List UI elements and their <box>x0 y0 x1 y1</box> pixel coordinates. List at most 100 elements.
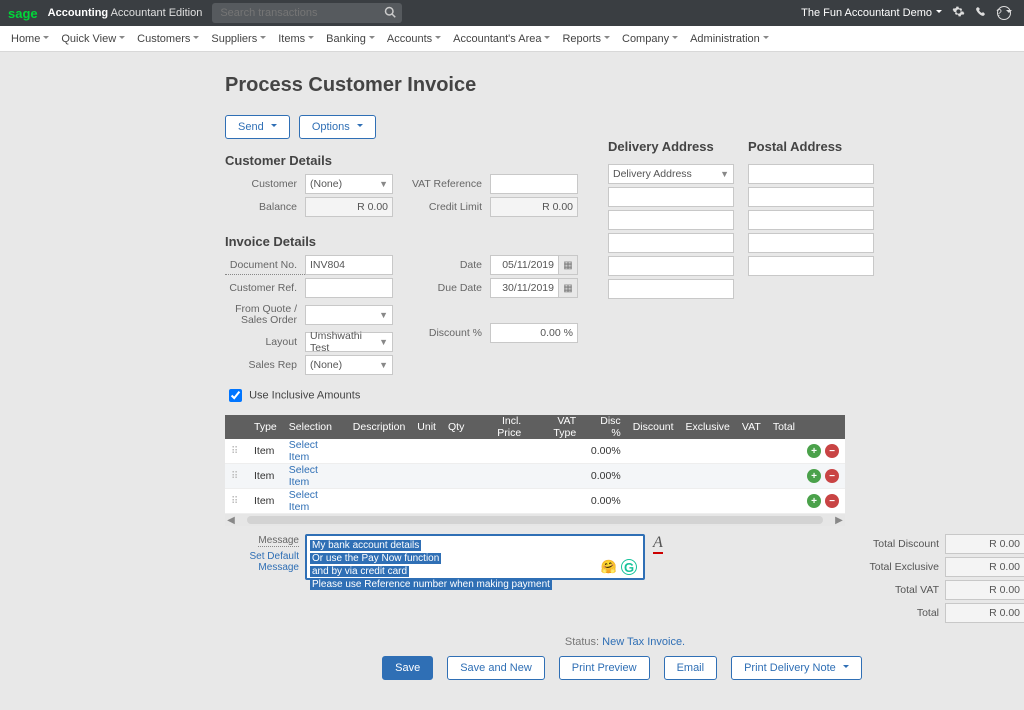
add-row-icon[interactable]: + <box>807 469 821 483</box>
brand-logo: sage <box>8 6 38 21</box>
postal-line1[interactable] <box>748 164 874 184</box>
col-type: Type <box>248 415 283 439</box>
label-custref: Customer Ref. <box>225 279 305 297</box>
cell-selection[interactable]: Select Item <box>283 464 347 489</box>
status-link[interactable]: New Tax Invoice. <box>602 636 685 648</box>
label-credit: Credit Limit <box>410 198 490 216</box>
drag-handle-icon[interactable]: ⠿ <box>231 446 239 457</box>
menu-accounts[interactable]: Accounts <box>381 33 447 45</box>
print-preview-button[interactable]: Print Preview <box>559 656 650 680</box>
col-exclusive: Exclusive <box>680 415 736 439</box>
remove-row-icon[interactable]: − <box>825 469 839 483</box>
menu-quickview[interactable]: Quick View <box>55 33 131 45</box>
discount-field[interactable] <box>490 323 578 343</box>
menu-banking[interactable]: Banking <box>320 33 381 45</box>
print-delivery-note-button[interactable]: Print Delivery Note <box>731 656 862 680</box>
quote-select[interactable]: ▼ <box>305 305 393 325</box>
postal-address-title: Postal Address <box>748 139 878 154</box>
total-field <box>945 603 1024 623</box>
menu-items[interactable]: Items <box>272 33 320 45</box>
add-row-icon[interactable]: + <box>807 494 821 508</box>
save-and-new-button[interactable]: Save and New <box>447 656 545 680</box>
custref-field[interactable] <box>305 278 393 298</box>
label-vatref: VAT Reference <box>410 175 490 193</box>
menu-company[interactable]: Company <box>616 33 684 45</box>
delivery-line4[interactable] <box>608 256 734 276</box>
cell-type[interactable]: Item <box>248 489 283 514</box>
menu-reports[interactable]: Reports <box>556 33 616 45</box>
customer-select[interactable]: (None)▼ <box>305 174 393 194</box>
options-button[interactable]: Options <box>299 115 376 139</box>
label-total: Total <box>849 607 939 619</box>
message-textarea[interactable]: My bank account details Or use the Pay N… <box>305 534 645 580</box>
page-title: Process Customer Invoice <box>225 74 1024 97</box>
postal-line3[interactable] <box>748 210 874 230</box>
email-button[interactable]: Email <box>664 656 718 680</box>
total-vat-field <box>945 580 1024 600</box>
menu-accountants-area[interactable]: Accountant's Area <box>447 33 556 45</box>
col-unit: Unit <box>411 415 442 439</box>
table-row[interactable]: ⠿ ItemSelect Item 0.00% +− <box>225 464 845 489</box>
search-icon[interactable] <box>384 6 396 21</box>
layout-select[interactable]: Umshwathi Test▼ <box>305 332 393 352</box>
balance-field <box>305 197 393 217</box>
send-button[interactable]: Send <box>225 115 290 139</box>
postal-line2[interactable] <box>748 187 874 207</box>
cell-disc: 0.00% <box>582 489 627 514</box>
font-icon[interactable]: A <box>653 534 663 626</box>
label-salesrep: Sales Rep <box>225 356 305 374</box>
postal-line4[interactable] <box>748 233 874 253</box>
scroll-left-icon[interactable]: ◀ <box>225 515 237 526</box>
inclusive-checkbox[interactable] <box>229 389 242 402</box>
date-field[interactable]: ▦ <box>490 255 578 275</box>
phone-icon[interactable] <box>975 6 987 21</box>
cell-selection[interactable]: Select Item <box>283 489 347 514</box>
gear-icon[interactable] <box>952 5 965 21</box>
scroll-right-icon[interactable]: ▶ <box>833 515 845 526</box>
grammarly-icon[interactable]: G <box>621 559 637 575</box>
menu-suppliers[interactable]: Suppliers <box>205 33 272 45</box>
cell-type[interactable]: Item <box>248 439 283 464</box>
add-row-icon[interactable]: + <box>807 444 821 458</box>
menu-administration[interactable]: Administration <box>684 33 775 45</box>
table-scrollbar[interactable]: ◀ ▶ <box>225 514 845 526</box>
calendar-icon[interactable]: ▦ <box>558 255 578 275</box>
help-icon[interactable]: ? <box>997 6 1011 20</box>
vatref-field[interactable] <box>490 174 578 194</box>
emoji-icon[interactable]: 🤗 <box>601 559 617 575</box>
cell-type[interactable]: Item <box>248 464 283 489</box>
label-date: Date <box>410 256 490 274</box>
docno-field[interactable] <box>305 255 393 275</box>
set-default-message-link[interactable]: Set Default Message <box>225 551 299 573</box>
drag-handle-icon[interactable]: ⠿ <box>231 496 239 507</box>
duedate-field[interactable]: ▦ <box>490 278 578 298</box>
table-row[interactable]: ⠿ ItemSelect Item 0.00% +− <box>225 489 845 514</box>
total-exclusive-field <box>945 557 1024 577</box>
delivery-line5[interactable] <box>608 279 734 299</box>
label-balance: Balance <box>225 198 305 216</box>
menu-customers[interactable]: Customers <box>131 33 205 45</box>
salesrep-select[interactable]: (None)▼ <box>305 355 393 375</box>
drag-handle-icon[interactable]: ⠿ <box>231 471 239 482</box>
remove-row-icon[interactable]: − <box>825 444 839 458</box>
calendar-icon[interactable]: ▦ <box>558 278 578 298</box>
delivery-line3[interactable] <box>608 233 734 253</box>
delivery-line2[interactable] <box>608 210 734 230</box>
col-vat: VAT <box>736 415 767 439</box>
menu-home[interactable]: Home <box>5 33 55 45</box>
inclusive-checkbox-row[interactable]: Use Inclusive Amounts <box>225 386 1024 405</box>
search-box[interactable] <box>212 3 402 23</box>
company-menu[interactable]: The Fun Accountant Demo <box>801 7 942 19</box>
search-input[interactable] <box>218 6 384 20</box>
delivery-line1[interactable] <box>608 187 734 207</box>
section-invoice-details: Invoice Details <box>225 234 590 249</box>
remove-row-icon[interactable]: − <box>825 494 839 508</box>
postal-line5[interactable] <box>748 256 874 276</box>
inclusive-label: Use Inclusive Amounts <box>249 389 360 401</box>
cell-selection[interactable]: Select Item <box>283 439 347 464</box>
table-row[interactable]: ⠿ItemSelect Item0.00%+− <box>225 439 845 464</box>
cell-disc: 0.00% <box>582 464 627 489</box>
line-items-table: Type Selection Description Unit Qty Incl… <box>225 415 845 514</box>
delivery-address-select[interactable]: Delivery Address▼ <box>608 164 734 184</box>
save-button[interactable]: Save <box>382 656 433 680</box>
